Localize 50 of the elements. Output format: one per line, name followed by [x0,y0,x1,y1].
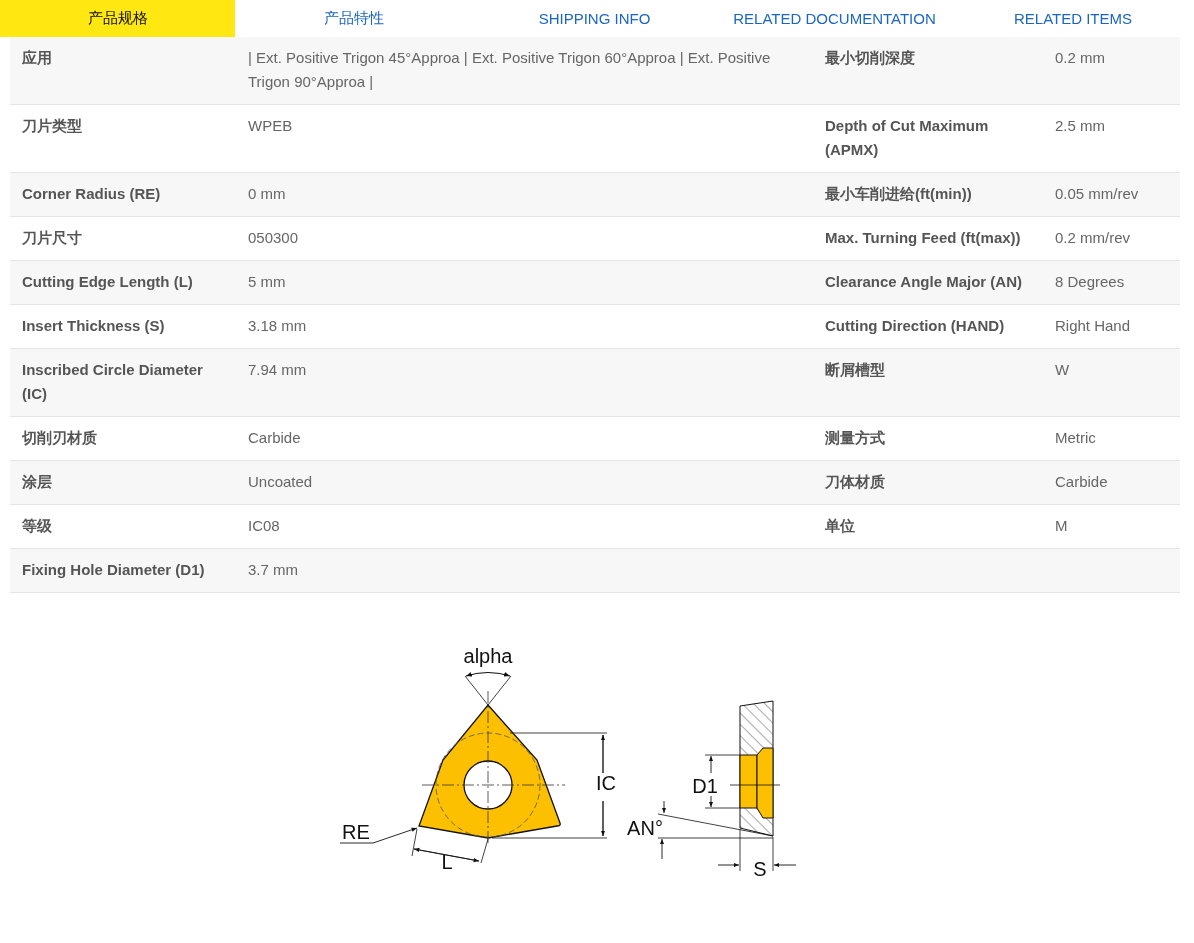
tab[interactable]: 产品规格 [0,0,235,37]
spec-value: 7.94 mm [248,361,307,378]
spec-value: 5 mm [248,273,286,290]
spec-label: Fixing Hole Diameter (D1) [22,561,205,578]
spec-value: IC08 [248,517,280,534]
spec-value: 0.05 mm/rev [1055,185,1139,202]
spec-value: 0.2 mm [1055,49,1105,66]
spec-label: 刀片类型 [22,117,82,134]
spec-value: 2.5 mm [1055,117,1105,134]
spec-value: M [1055,517,1068,534]
spec-label: 刀片尺寸 [22,229,82,246]
spec-label: Depth of Cut Maximum (APMX) [825,117,989,158]
spec-label: Max. Turning Feed (ft(max)) [825,229,1021,246]
spec-value: 0 mm [248,185,286,202]
spec-label: Cutting Direction (HAND) [825,317,1005,334]
spec-value: | Ext. Positive Trigon 45°Approa | Ext. Positive Trigon 60°Approa | Ext. Positive Trigon 90°Approa | [248,49,771,90]
dimension-label: D1 [692,775,718,797]
spec-value: 8 Degrees [1055,273,1125,290]
spec-value: Uncoated [248,473,313,490]
spec-value: 050300 [248,229,299,246]
spec-label: 应用 [22,49,52,66]
spec-value: 3.18 mm [248,317,307,334]
spec-label: 刀体材质 [825,473,885,490]
spec-value: Carbide [248,429,301,446]
spec-label: 切削刃材质 [22,429,97,446]
spec-label: Insert Thickness (S) [22,317,165,334]
spec-label: Clearance Angle Major (AN) [825,273,1022,290]
spec-label: 测量方式 [825,429,885,446]
spec-value: 0.2 mm/rev [1055,229,1130,246]
spec-label: 单位 [825,517,855,534]
dimension-label: alpha [463,645,513,667]
spec-value: Right Hand [1055,317,1131,334]
spec-value: WPEB [248,117,293,134]
spec-label: 最小切削深度 [825,49,915,66]
dimension-label: L [441,851,453,873]
spec-value: W [1055,361,1070,378]
dimension-label: AN° [627,817,663,839]
spec-label: Corner Radius (RE) [22,185,161,202]
spec-label: 断屑槽型 [825,361,885,378]
spec-label: 等级 [22,517,52,534]
spec-label: 最小车削进给(ft(min)) [825,185,972,202]
dimension-label: S [753,858,767,876]
dimension-label: RE [342,821,370,843]
dimension-label: IC [596,772,616,794]
spec-value: Carbide [1055,473,1108,490]
spec-label: Inscribed Circle Diameter (IC) [22,361,203,402]
spec-label: Cutting Edge Length (L) [22,273,193,290]
spec-value: Metric [1055,429,1096,446]
spec-label: 涂层 [22,473,52,490]
spec-value: 3.7 mm [248,561,298,578]
